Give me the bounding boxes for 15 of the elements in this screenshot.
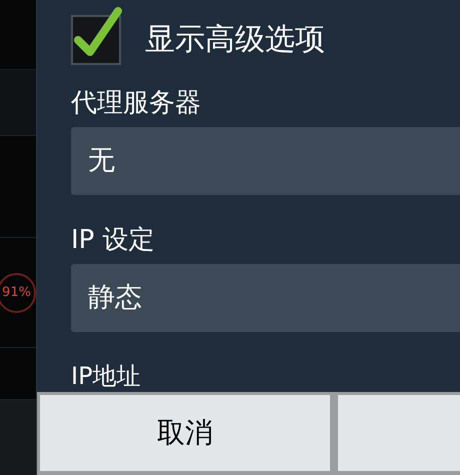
list-row[interactable]: 91% [0,238,36,348]
field-label: IP地址 [71,364,142,388]
list-row[interactable] [0,348,36,400]
list-row[interactable] [0,136,36,238]
cancel-button[interactable]: 取消 [40,395,330,471]
dropdown-field[interactable]: 静态 [71,264,460,332]
dialog-button[interactable] [338,395,460,471]
field-label: 代理服务器 [71,90,202,116]
checkbox-label: 显示高级选项 [145,25,325,55]
field-label: IP 设定 [71,227,156,253]
list-row[interactable] [0,0,36,70]
list-row[interactable] [0,70,36,136]
checkbox[interactable] [71,5,123,65]
dropdown-field[interactable]: 无 [71,127,460,195]
list-row[interactable] [0,400,36,475]
